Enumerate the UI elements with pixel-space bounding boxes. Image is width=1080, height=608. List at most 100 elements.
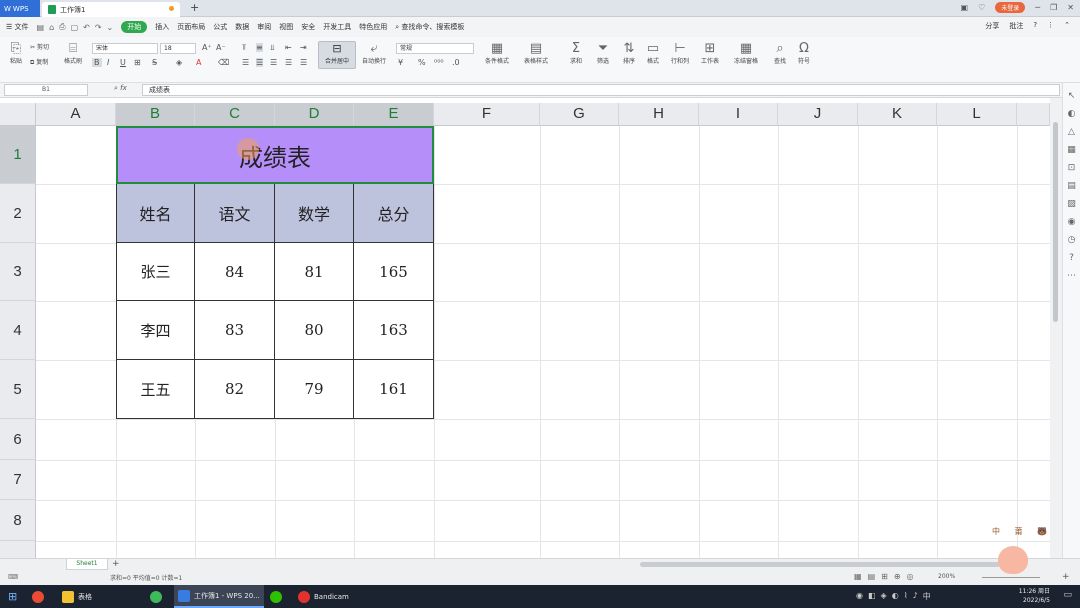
column-header-m[interactable]: [1017, 103, 1050, 126]
column-header-d[interactable]: D: [275, 103, 354, 126]
menu-tab-page-layout[interactable]: 页面布局: [177, 22, 205, 32]
formula-input[interactable]: 成绩表: [142, 84, 1060, 96]
table-cell[interactable]: 张三: [116, 243, 195, 301]
horizontal-scroll-thumb[interactable]: [640, 562, 1000, 567]
border-icon[interactable]: ⊞: [134, 58, 141, 67]
table-cell[interactable]: 82: [195, 360, 275, 419]
table-cell[interactable]: 83: [195, 301, 275, 360]
volume-icon[interactable]: ♪: [913, 591, 918, 602]
preview-icon[interactable]: ▢: [71, 23, 79, 32]
menu-tab-home[interactable]: 开始: [121, 21, 148, 33]
row-col-button[interactable]: ⊢ 行和列: [668, 41, 692, 65]
justify-icon[interactable]: ☰: [285, 58, 292, 67]
skin-icon[interactable]: ♡: [978, 3, 985, 12]
taskbar-browser[interactable]: [32, 585, 44, 608]
align-top-icon[interactable]: ⫪: [242, 43, 247, 53]
undo-icon[interactable]: ↶: [83, 23, 90, 32]
reading-mode-icon[interactable]: ⊕: [894, 572, 901, 581]
network-icon[interactable]: ⌇: [904, 591, 908, 602]
clear-format-icon[interactable]: ⌫: [218, 58, 229, 67]
mascot-widget[interactable]: [998, 546, 1028, 574]
taskbar-wechat[interactable]: [270, 585, 282, 608]
start-button[interactable]: ⊞: [8, 585, 17, 608]
font-size-select[interactable]: 18: [160, 43, 196, 54]
vertical-scrollbar[interactable]: [1050, 98, 1062, 558]
ime-indicator[interactable]: 中: [923, 591, 931, 602]
normal-view-icon[interactable]: ▦: [854, 572, 862, 581]
tray-app-icon[interactable]: ◧: [868, 591, 876, 602]
collapse-ribbon-icon[interactable]: ⌃: [1064, 21, 1070, 31]
page-break-view-icon[interactable]: ⊞: [881, 572, 888, 581]
location-icon[interactable]: ◉: [1063, 217, 1080, 227]
column-header-k[interactable]: K: [858, 103, 937, 126]
menu-tab-insert[interactable]: 插入: [155, 22, 169, 32]
row-header-1[interactable]: 1: [0, 126, 36, 184]
restore-icon[interactable]: ❐: [1050, 3, 1057, 12]
taskbar-app-green[interactable]: [150, 585, 162, 608]
menu-tab-security[interactable]: 安全: [301, 22, 315, 32]
font-grow-icon[interactable]: A⁺: [202, 43, 212, 52]
column-header-f[interactable]: F: [434, 103, 540, 126]
format-button[interactable]: ▭ 格式: [642, 41, 664, 65]
header-cell-name[interactable]: 姓名: [116, 184, 195, 243]
notification-icon[interactable]: ▭: [1063, 590, 1072, 600]
menu-tab-data[interactable]: 数据: [235, 22, 249, 32]
formula-fx[interactable]: ⌕ fx: [114, 84, 127, 93]
login-button[interactable]: 未登录: [995, 2, 1026, 13]
more-icon[interactable]: ⋮: [1047, 21, 1054, 31]
table-cell[interactable]: 79: [275, 360, 354, 419]
column-header-j[interactable]: J: [778, 103, 858, 126]
vertical-scroll-thumb[interactable]: [1053, 122, 1058, 322]
table-cell[interactable]: 80: [275, 301, 354, 360]
minimize-icon[interactable]: ─: [1035, 3, 1040, 12]
wps-home-tab[interactable]: W WPS: [0, 0, 40, 17]
row-header-4[interactable]: 4: [0, 301, 36, 360]
spreadsheet-grid[interactable]: A B C D E F G H I J K L 1 2 3 4 5 6 7 8 …: [0, 98, 1050, 558]
row-header-3[interactable]: 3: [0, 243, 36, 301]
column-header-b[interactable]: B: [116, 103, 195, 126]
taskbar-clock[interactable]: 11:26 周日 2022/6/5: [1019, 587, 1050, 605]
zoom-level[interactable]: 200%: [938, 573, 955, 580]
document-tab[interactable]: 工作簿1: [42, 2, 180, 17]
zoom-in-icon[interactable]: +: [1062, 572, 1070, 582]
menu-tab-formulas[interactable]: 公式: [213, 22, 227, 32]
tray-app2-icon[interactable]: ◈: [881, 591, 887, 602]
distributed-icon[interactable]: ☰: [300, 58, 307, 67]
comment-button[interactable]: 批注: [1009, 21, 1023, 31]
open-icon[interactable]: ⌂: [49, 23, 54, 32]
align-middle-icon[interactable]: ≡: [256, 43, 263, 52]
record-tray-icon[interactable]: ◉: [856, 591, 863, 602]
cut-button[interactable]: ✂ 剪切: [30, 42, 49, 51]
table-title-cell[interactable]: 成绩表: [116, 126, 434, 184]
backup-icon[interactable]: ▤: [1063, 181, 1080, 191]
freeze-panes-button[interactable]: ▦ 冻结窗格: [730, 41, 762, 65]
column-header-c[interactable]: C: [195, 103, 275, 126]
eye-protect-icon[interactable]: ◎: [907, 572, 914, 581]
table-cell[interactable]: 161: [354, 360, 434, 419]
align-bottom-icon[interactable]: ⫫: [270, 43, 275, 53]
select-tool-icon[interactable]: ↖: [1063, 91, 1080, 101]
number-format-select[interactable]: 常规: [396, 43, 474, 54]
menu-tab-features[interactable]: 特色应用: [359, 22, 387, 32]
align-center-icon[interactable]: ☰: [256, 58, 264, 67]
style-icon[interactable]: △: [1063, 127, 1080, 137]
column-header-i[interactable]: I: [699, 103, 778, 126]
wrap-text-button[interactable]: ⤶ 自动换行: [360, 41, 388, 65]
help-icon[interactable]: ?: [1033, 21, 1037, 31]
history-icon[interactable]: ◷: [1063, 235, 1080, 245]
sheet-tab-sheet1[interactable]: Sheet1: [66, 559, 108, 570]
row-header-2[interactable]: 2: [0, 184, 36, 243]
conditional-format-button[interactable]: ▦ 条件格式: [482, 41, 512, 65]
file-menu[interactable]: ☰ 文件: [6, 22, 29, 32]
font-name-select[interactable]: 宋体: [92, 43, 158, 54]
table-cell[interactable]: 王五: [116, 360, 195, 419]
column-header-e[interactable]: E: [354, 103, 434, 126]
table-cell[interactable]: 李四: [116, 301, 195, 360]
data-icon[interactable]: ⊡: [1063, 163, 1080, 173]
format-painter-button[interactable]: ⌸ 格式刷: [62, 41, 84, 65]
redo-icon[interactable]: ↷: [95, 23, 102, 32]
find-button[interactable]: ⌕ 查找: [770, 41, 790, 65]
help-side-icon[interactable]: ?: [1063, 253, 1080, 263]
save-icon[interactable]: ▤: [37, 23, 45, 32]
font-shrink-icon[interactable]: A⁻: [216, 43, 226, 52]
